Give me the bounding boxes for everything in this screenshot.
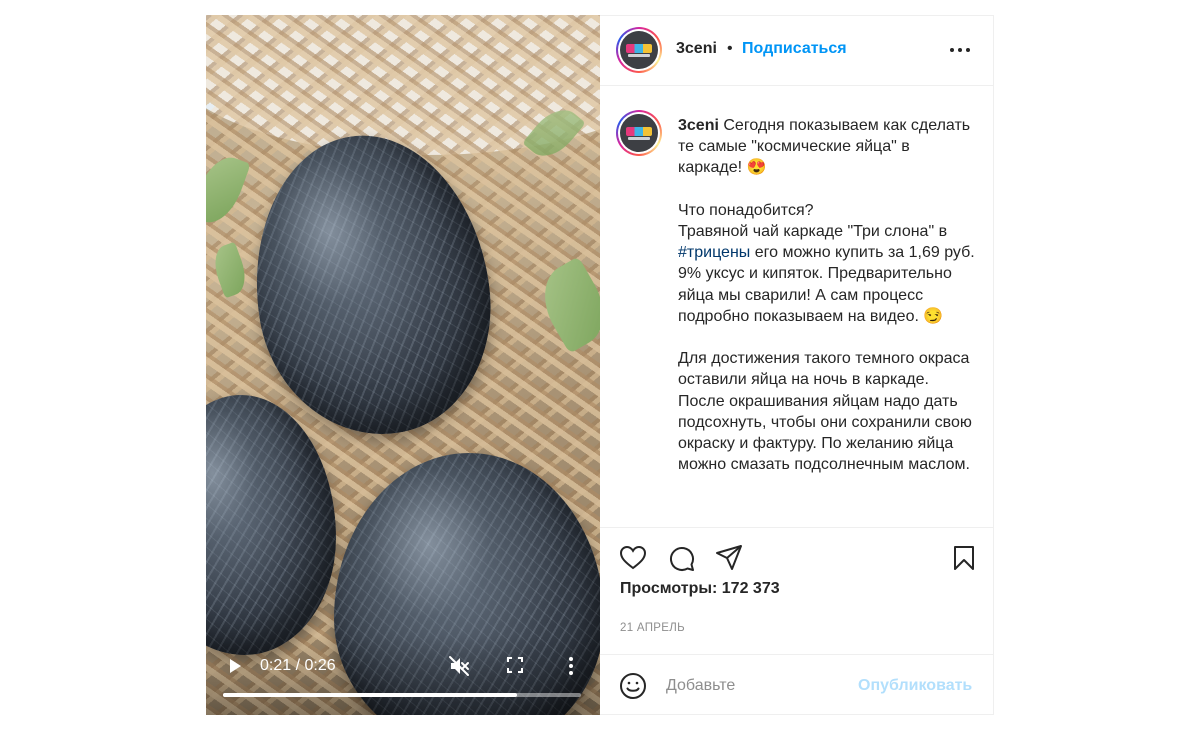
caption-avatar[interactable] — [616, 110, 662, 156]
bookmark-icon[interactable] — [950, 544, 978, 572]
caption-username[interactable]: 3ceni — [678, 117, 719, 134]
publish-button[interactable]: Опубликовать — [858, 677, 972, 695]
brand-logo — [620, 31, 658, 69]
fullscreen-icon[interactable] — [506, 656, 524, 674]
views-count: Просмотры: 172 373 — [620, 580, 780, 597]
volume-muted-icon[interactable] — [448, 655, 470, 677]
post-caption: 3ceni Сегодня показываем как сделать те … — [678, 115, 978, 475]
video-player[interactable]: 0:21 / 0:26 — [206, 15, 600, 715]
smiley-icon[interactable] — [619, 672, 647, 700]
heart-icon[interactable] — [619, 544, 647, 572]
caption-scroll-area[interactable]: 3ceni Сегодня показываем как сделать те … — [600, 86, 993, 527]
avatar[interactable] — [616, 27, 662, 73]
header-username[interactable]: 3ceni — [676, 40, 717, 58]
caption-text-part2: его можно купить за 1,69 руб. 9% уксус и… — [678, 244, 975, 474]
post-sidebar: 3ceni • Подписаться 3ceni Сегодня показы… — [600, 15, 994, 715]
comment-bar: Опубликовать — [600, 654, 993, 716]
caption-text-part1: Сегодня показываем как сделать те самые … — [678, 117, 971, 241]
brand-logo — [620, 114, 658, 152]
vertical-dots-icon[interactable] — [564, 655, 578, 677]
separator-dot: • — [727, 40, 733, 57]
post-date[interactable]: 21 АПРЕЛЬ — [620, 622, 685, 634]
video-controls: 0:21 / 0:26 — [206, 635, 600, 715]
follow-button[interactable]: Подписаться — [742, 40, 847, 58]
post-header: 3ceni • Подписаться — [600, 16, 993, 86]
video-time: 0:21 / 0:26 — [260, 657, 336, 674]
play-icon[interactable] — [226, 657, 244, 675]
horizontal-dots-icon[interactable] — [948, 40, 972, 60]
hashtag-link[interactable]: #трицены — [678, 244, 750, 261]
comment-input[interactable] — [666, 675, 846, 697]
video-progress-fill — [223, 693, 517, 697]
comment-bubble-icon[interactable] — [667, 544, 695, 572]
video-progress-bar[interactable] — [223, 693, 581, 697]
paper-plane-icon[interactable] — [715, 544, 743, 572]
